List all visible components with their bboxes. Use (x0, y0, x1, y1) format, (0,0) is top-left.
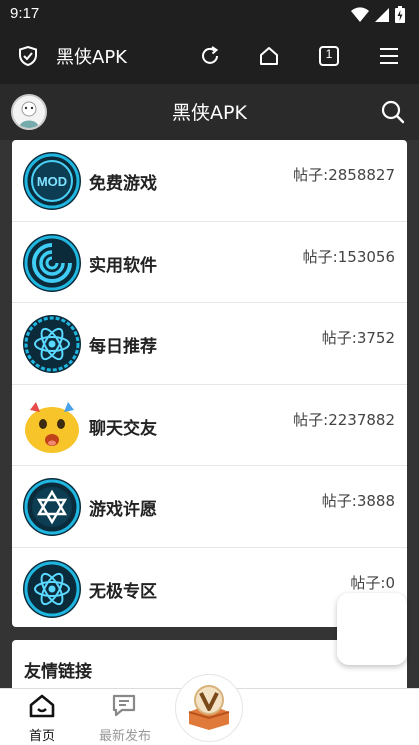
vip-badge-icon (188, 685, 230, 730)
forum-item-daily-recommend[interactable]: 每日推荐 帖子:3752 (12, 303, 407, 385)
star-of-david-icon (22, 477, 82, 537)
forum-name: 游戏许愿 (89, 500, 157, 520)
nav-home-label: 首页 (28, 729, 55, 744)
post-count: 帖子:3752 (321, 329, 395, 347)
forum-list: MOD 免费游戏 帖子:2858827 实用软件 帖子:153056 每日推荐 … (12, 140, 407, 627)
battery-icon (395, 6, 405, 23)
mod-icon: MOD (22, 151, 82, 211)
search-icon[interactable] (379, 98, 407, 126)
nav-home[interactable]: 首页 (7, 693, 77, 744)
menu-icon[interactable] (375, 42, 403, 70)
status-bar: 9:17 (0, 0, 419, 28)
forum-item-chat-friends[interactable]: 聊天交友 帖子:2237882 (12, 385, 407, 466)
friend-links-title: 友情链接 (24, 662, 92, 682)
chat-bubble-icon (112, 694, 136, 717)
forum-name: 无极专区 (89, 581, 157, 602)
refresh-icon[interactable] (196, 42, 224, 70)
emoji-icon (22, 396, 82, 456)
forum-item-game-wishes[interactable]: 游戏许愿 帖子:3888 (12, 466, 407, 548)
forum-name: 实用软件 (89, 255, 157, 276)
home-icon[interactable] (255, 42, 283, 70)
svg-text:MOD: MOD (37, 174, 67, 189)
vip-badge-button[interactable] (175, 674, 243, 742)
forum-item-free-games[interactable]: MOD 免费游戏 帖子:2858827 (12, 140, 407, 222)
forum-name: 聊天交友 (89, 418, 157, 439)
shield-check-icon[interactable] (14, 42, 42, 70)
signal-icon (375, 7, 389, 22)
home-icon (29, 694, 55, 718)
nav-new-posts[interactable]: 最新发布 (90, 693, 160, 744)
wifi-icon (351, 6, 369, 22)
app-title: 黑侠APK (172, 102, 247, 124)
post-count: 帖子:2858827 (293, 166, 395, 184)
tabs-button[interactable]: 1 (315, 42, 343, 70)
post-count: 帖子:153056 (302, 247, 395, 266)
post-count: 帖子:2237882 (293, 410, 395, 429)
forum-name: 每日推荐 (89, 337, 157, 357)
nav-new-posts-label: 最新发布 (98, 729, 151, 744)
browser-page-title: 黑侠APK (56, 47, 127, 68)
atom-icon (22, 314, 82, 374)
atom-icon (22, 559, 82, 619)
tab-count: 1 (325, 47, 333, 61)
forum-item-utility-software[interactable]: 实用软件 帖子:153056 (12, 222, 407, 303)
browser-toolbar: 黑侠APK 1 (0, 28, 419, 84)
floating-action-button[interactable] (337, 593, 407, 665)
status-icons (351, 6, 405, 23)
post-count: 帖子:0 (350, 573, 395, 592)
status-time: 9:17 (10, 5, 40, 22)
forum-name: 免费游戏 (89, 174, 157, 194)
swirl-icon (22, 233, 82, 293)
app-header: 黑侠APK (0, 84, 419, 140)
post-count: 帖子:3888 (321, 492, 395, 510)
